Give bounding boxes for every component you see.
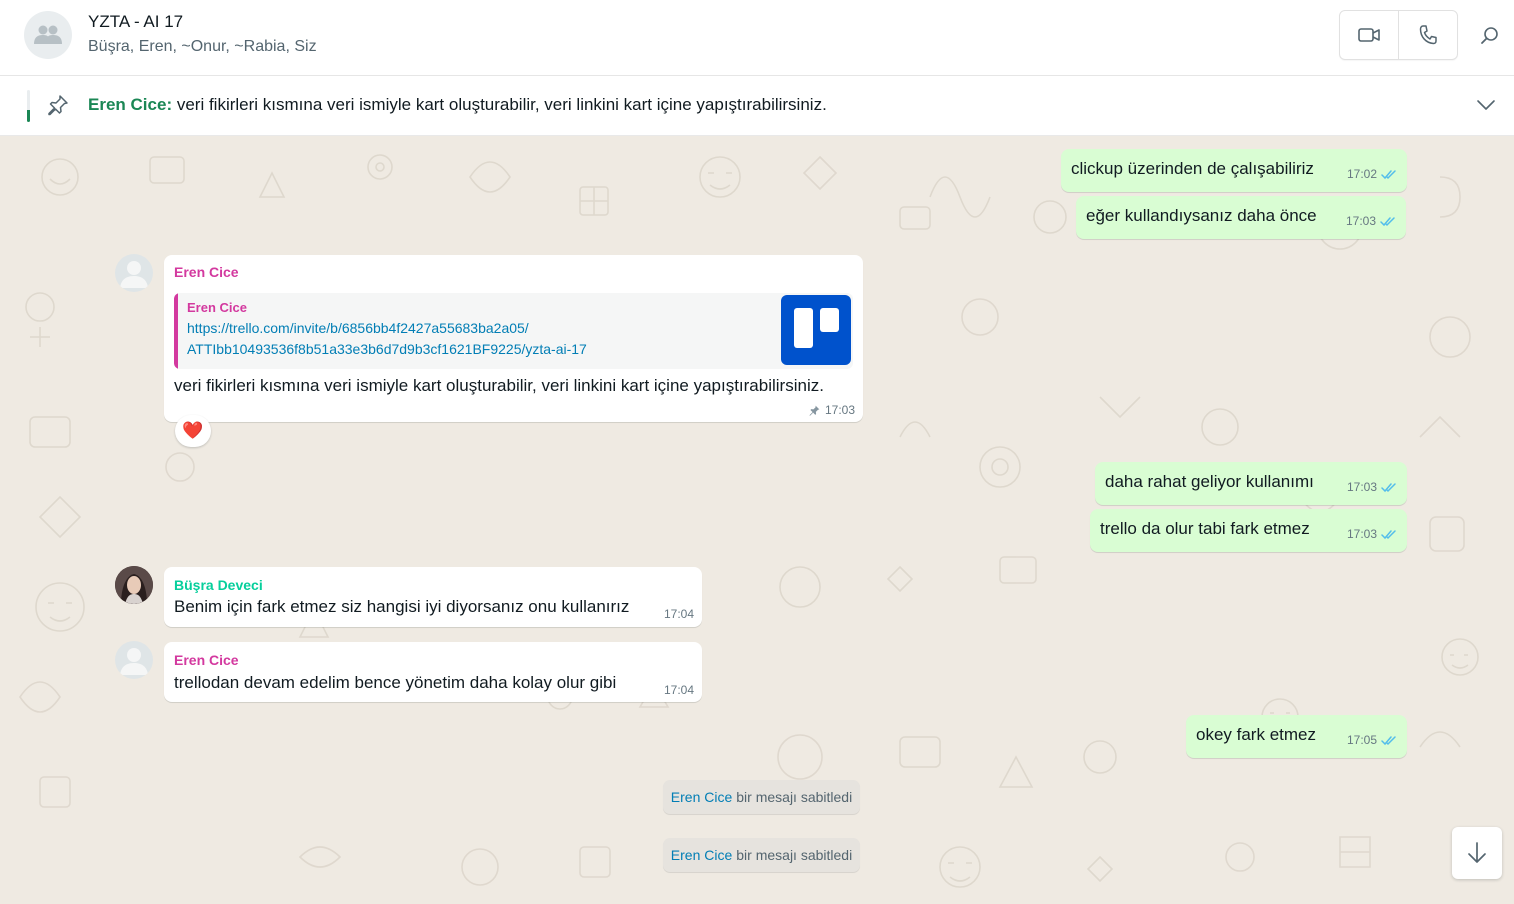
message-time: 17:03 [1346, 527, 1377, 541]
read-ticks-icon [1381, 169, 1396, 179]
video-call-button[interactable] [1340, 11, 1398, 59]
read-ticks-icon [1381, 529, 1396, 539]
message-meta: 17:03 [1346, 214, 1396, 228]
message-outgoing[interactable]: clickup üzerinden de çalışabiliriz 17:02 [1061, 149, 1407, 192]
message-time: 17:03 [1345, 214, 1376, 228]
message-sender[interactable]: Büşra Deveci [174, 577, 263, 593]
read-ticks-icon [1381, 482, 1396, 492]
pin-position-indicator-fill [27, 110, 30, 122]
message-text: okey fark etmez [1196, 725, 1316, 744]
system-message-actor[interactable]: Eren Cice [671, 847, 732, 863]
group-avatar[interactable] [24, 11, 72, 59]
message-time: 17:03 [824, 403, 855, 417]
message-outgoing[interactable]: eğer kullandıysanız daha önce 17:03 [1076, 196, 1406, 239]
pinned-sender: Eren Cice [88, 95, 167, 114]
avatar[interactable] [115, 254, 153, 292]
message-outgoing[interactable]: okey fark etmez 17:05 [1186, 715, 1407, 758]
chat-title[interactable]: YZTA - AI 17 [88, 12, 183, 32]
search-button[interactable] [1476, 22, 1504, 50]
trello-logo-icon [781, 295, 851, 365]
read-ticks-icon [1380, 216, 1395, 226]
system-message: Eren Cice bir mesajı sabitledi [663, 838, 860, 872]
message-meta: 17:03 [1347, 527, 1397, 541]
message-list[interactable]: clickup üzerinden de çalışabiliriz 17:02… [0, 137, 1514, 904]
quote-link[interactable]: https://trello.com/invite/b/6856bb4f2427… [187, 318, 587, 360]
pinned-body: veri fikirleri kısmına veri ismiyle kart… [176, 95, 827, 114]
pin-icon [809, 405, 820, 416]
system-message: Eren Cice bir mesajı sabitledi [663, 780, 860, 814]
message-time: 17:02 [1346, 167, 1377, 181]
pinned-message-text: Eren Cice: veri fikirleri kısmına veri i… [88, 95, 827, 115]
system-message-actor[interactable]: Eren Cice [671, 789, 732, 805]
message-outgoing[interactable]: daha rahat geliyor kullanımı 17:03 [1095, 462, 1407, 505]
chat-members[interactable]: Büşra, Eren, ~Onur, ~Rabia, Siz [88, 38, 317, 56]
message-sender[interactable]: Eren Cice [174, 652, 239, 668]
video-camera-icon [1358, 28, 1380, 42]
message-text: daha rahat geliyor kullanımı [1105, 472, 1314, 491]
system-message-text: bir mesajı sabitledi [736, 847, 853, 863]
message-text: Benim için fark etmez siz hangisi iyi di… [174, 597, 630, 616]
call-buttons [1339, 10, 1458, 60]
chat-header: YZTA - AI 17 Büşra, Eren, ~Onur, ~Rabia,… [0, 0, 1514, 76]
message-outgoing[interactable]: trello da olur tabi fark etmez 17:03 [1090, 509, 1407, 552]
system-message-text: bir mesajı sabitledi [736, 789, 853, 805]
message-meta: 17:03 [808, 403, 855, 417]
default-avatar-icon [120, 261, 148, 288]
message-text: trellodan devam edelim bence yönetim dah… [174, 673, 617, 692]
search-icon [1481, 27, 1498, 44]
message-meta: 17:03 [1347, 480, 1397, 494]
avatar[interactable] [115, 566, 153, 604]
avatar[interactable] [115, 641, 153, 679]
scroll-to-bottom-button[interactable] [1452, 827, 1502, 879]
quote-link-line-1: https://trello.com/invite/b/6856bb4f2427… [187, 320, 529, 336]
voice-call-button[interactable] [1398, 11, 1457, 59]
pinned-separator: : [166, 95, 173, 114]
heart-icon: ❤️ [182, 421, 204, 440]
message-text: veri fikirleri kısmına veri ismiyle kart… [174, 376, 824, 395]
reaction-badge[interactable]: ❤️ [175, 415, 211, 447]
quote-accent-bar [174, 293, 178, 369]
message-meta: 17:05 [1347, 733, 1397, 747]
quote-link-line-2: ATTIbb10493536f8b51a33e3b6d7d9b3cf1621BF… [187, 341, 587, 357]
message-incoming[interactable]: Eren Cice trellodan devam edelim bence y… [164, 642, 702, 702]
pinned-message-bar[interactable]: Eren Cice: veri fikirleri kısmına veri i… [0, 76, 1514, 136]
message-sender[interactable]: Eren Cice [174, 264, 239, 280]
profile-photo [115, 566, 153, 604]
message-meta: 17:04 [664, 607, 694, 621]
phone-icon [1419, 25, 1437, 45]
chevron-down-icon[interactable] [1476, 98, 1496, 112]
read-ticks-icon [1381, 735, 1396, 745]
message-time: 17:03 [1346, 480, 1377, 494]
pin-position-indicator [27, 90, 30, 122]
message-incoming[interactable]: Eren Cice Eren Cice https://trello.com/i… [164, 255, 863, 422]
message-time: 17:04 [663, 683, 694, 697]
message-time: 17:04 [663, 607, 694, 621]
message-meta: 17:04 [664, 683, 694, 697]
message-text: eğer kullandıysanız daha önce [1086, 206, 1317, 225]
group-icon [34, 25, 62, 44]
quote-sender: Eren Cice [187, 300, 247, 315]
arrow-down-icon [1468, 842, 1486, 863]
message-time: 17:05 [1346, 733, 1377, 747]
default-avatar-icon [120, 648, 148, 675]
message-text: clickup üzerinden de çalışabiliriz [1071, 159, 1314, 178]
pin-icon [48, 95, 68, 116]
quoted-message[interactable]: Eren Cice https://trello.com/invite/b/68… [174, 293, 853, 369]
message-incoming[interactable]: Büşra Deveci Benim için fark etmez siz h… [164, 567, 702, 627]
message-text: trello da olur tabi fark etmez [1100, 519, 1310, 538]
message-meta: 17:02 [1347, 167, 1397, 181]
